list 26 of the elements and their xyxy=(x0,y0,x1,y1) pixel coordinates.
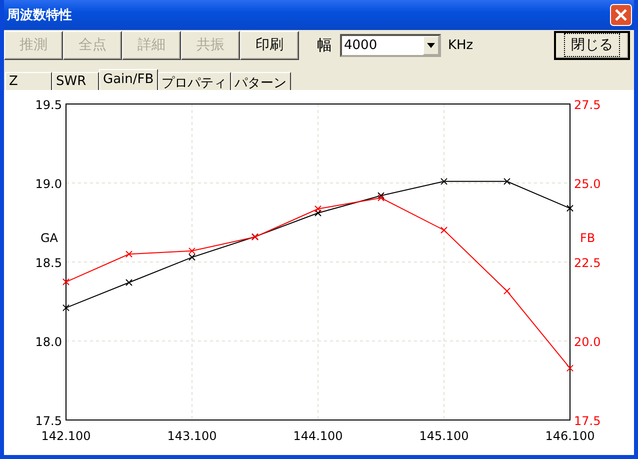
y-tick-label: 19.0 xyxy=(35,177,62,191)
y-tick-label: 18.0 xyxy=(35,335,62,349)
y2-tick-label: 17.5 xyxy=(574,414,601,428)
x-tick-label: 142.100 xyxy=(41,429,91,443)
tab[interactable]: Gain/FB xyxy=(99,69,158,90)
y-tick-label: 18.5 xyxy=(35,256,62,270)
window-title: 周波数特性 xyxy=(7,7,72,24)
unit-label: KHz xyxy=(448,38,474,52)
y2-axis-label: FB xyxy=(580,231,596,245)
x-tick-label: 145.100 xyxy=(419,429,469,443)
x-tick-label: 143.100 xyxy=(167,429,217,443)
x-tick-label: 146.100 xyxy=(545,429,595,443)
close-button[interactable]: 閉じる xyxy=(554,30,630,60)
y2-tick-label: 27.5 xyxy=(574,98,601,112)
y2-tick-label: 22.5 xyxy=(574,256,601,270)
close-icon[interactable] xyxy=(610,4,632,26)
y-tick-label: 17.5 xyxy=(35,414,62,428)
dropdown-arrow-icon xyxy=(427,42,435,48)
y-axis-label: GA xyxy=(40,231,58,245)
y2-tick-label: 20.0 xyxy=(574,335,601,349)
width-dropdown[interactable]: 4000 xyxy=(340,34,441,56)
y2-tick-label: 25.0 xyxy=(574,177,601,191)
toolbar-button[interactable]: 印刷 xyxy=(240,30,299,60)
width-label: 幅 xyxy=(317,36,332,54)
y-tick-label: 19.5 xyxy=(35,98,62,112)
x-tick-label: 144.100 xyxy=(293,429,343,443)
